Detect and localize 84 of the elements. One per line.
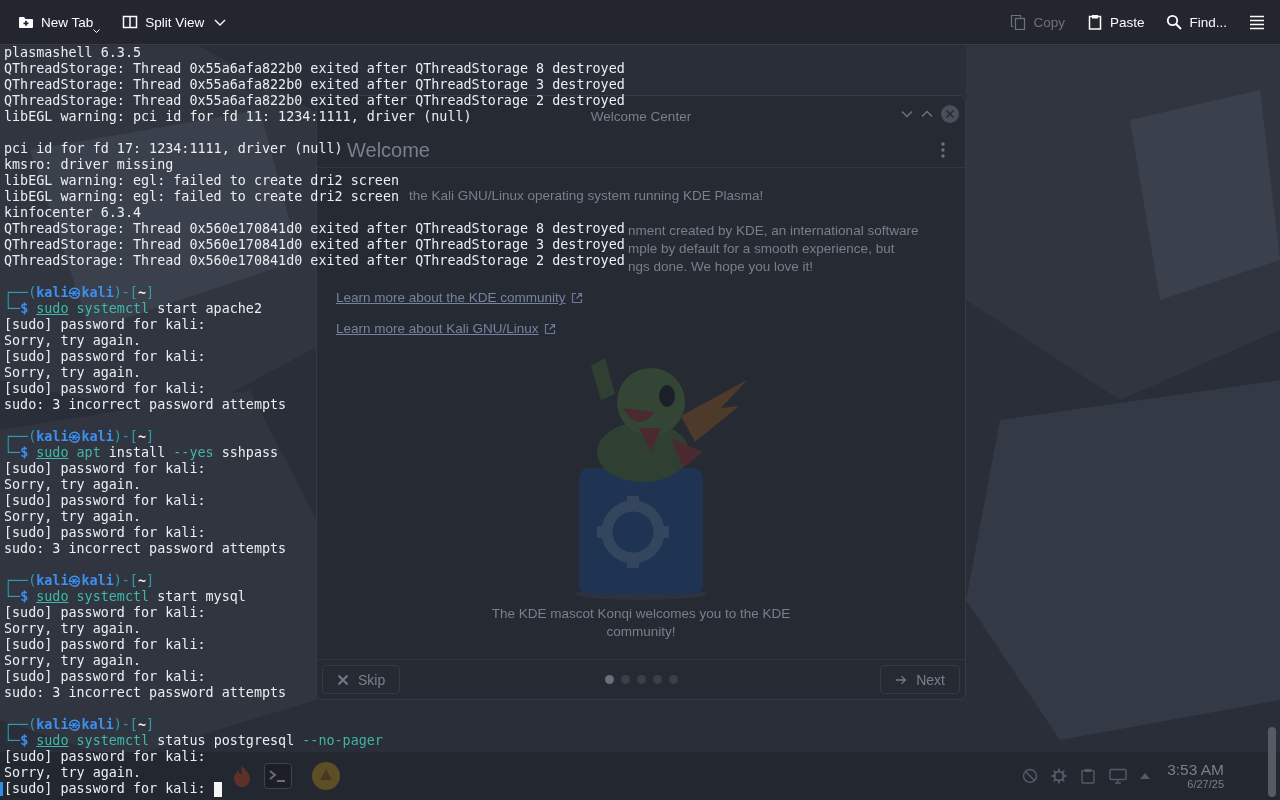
chevron-down-icon[interactable] (901, 110, 913, 118)
round-app-icon[interactable] (312, 762, 340, 790)
terminal-line: QThreadStorage: Thread 0x55a6afa822b0 exited after QThreadStorage 3 destroyed (4, 77, 625, 93)
command-line: └─$ sudo systemctl start apache2 (4, 301, 262, 317)
prompt-line: ┌──(kali㉿kali)-[~] (4, 285, 155, 301)
terminal-line: [sudo] password for kali: (4, 461, 206, 477)
terminal-line: [sudo] password for kali: (4, 317, 206, 333)
next-button[interactable]: Next (880, 665, 960, 694)
terminal-line: Sorry, try again. (4, 653, 142, 669)
caret-icon (214, 18, 227, 26)
terminal-line: QThreadStorage: Thread 0x560e170841d0 exited after QThreadStorage 8 destroyed (4, 221, 625, 237)
arrow-right-icon (895, 673, 908, 686)
terminal-line: [sudo] password for kali: (4, 781, 206, 797)
search-icon (1166, 14, 1183, 30)
terminal-line: [sudo] password for kali: (4, 669, 206, 685)
close-icon[interactable] (941, 105, 959, 123)
terminal-line: [sudo] password for kali: (4, 525, 206, 541)
terminal-line: sudo: 3 incorrect password attempts (4, 685, 287, 701)
more-menu-icon[interactable] (941, 141, 945, 158)
external-link-icon (543, 323, 556, 335)
skip-button[interactable]: Skip (322, 665, 401, 694)
command-line: └─$ sudo systemctl start mysql (4, 589, 246, 605)
menu-icon (1249, 14, 1265, 30)
paste-button[interactable]: Paste (1080, 6, 1151, 38)
terminal-line: [sudo] password for kali: (4, 493, 206, 509)
command-line: └─$ sudo apt install --yes sshpass (4, 445, 279, 461)
terminal-line: Sorry, try again. (4, 765, 142, 781)
terminal-line: kinfocenter 6.3.4 (4, 205, 142, 221)
terminal-line: libEGL warning: pci id for fd 11: 1234:1111, driver (null) (4, 109, 472, 125)
terminal-line: libEGL warning: egl: failed to create dri2 screen (4, 173, 400, 189)
learn-more-link[interactable]: Learn more about Kali GNU/Linux (336, 320, 556, 338)
terminal-line: QThreadStorage: Thread 0x560e170841d0 exited after QThreadStorage 2 destroyed (4, 253, 625, 269)
prompt-line: ┌──(kali㉿kali)-[~] (4, 429, 155, 445)
chevron-up-icon[interactable] (921, 110, 933, 118)
split-view-icon (122, 14, 139, 30)
blocked-icon[interactable] (1022, 768, 1039, 784)
copy-icon (1010, 14, 1027, 30)
terminal-line: QThreadStorage: Thread 0x55a6afa822b0 exited after QThreadStorage 8 destroyed (4, 61, 625, 77)
terminal-line: plasmashell 6.3.5 (4, 45, 142, 61)
terminal-line: QThreadStorage: Thread 0x560e170841d0 exited after QThreadStorage 3 destroyed (4, 237, 625, 253)
mascot-caption: The KDE mascot Konqi welcomes you to the KDE community! (490, 605, 792, 641)
new-tab-button[interactable]: New Tab (12, 6, 107, 38)
description-text: mple by default for a smooth experience, but (628, 240, 895, 258)
terminal-line: Sorry, try again. (4, 333, 142, 349)
welcome-heading: Welcome (347, 137, 430, 162)
split-view-button[interactable]: Split View (116, 6, 233, 38)
tab-plus-icon (18, 14, 34, 30)
terminal-line: QThreadStorage: Thread 0x55a6afa822b0 exited after QThreadStorage 2 destroyed (4, 93, 625, 109)
terminal-line: pci id for fd 17: 1234:1111, driver (null) (4, 141, 343, 157)
terminal-line: [sudo] password for kali: (4, 749, 206, 765)
terminal-line: [sudo] password for kali: (4, 637, 206, 653)
clipboard-icon[interactable] (1080, 768, 1097, 784)
terminal-line: sudo: 3 incorrect password attempts (4, 397, 287, 413)
description-text: ngs done. We hope you love it! (628, 258, 814, 276)
window-title: Welcome Center (590, 108, 692, 123)
monitor-icon[interactable] (1109, 768, 1128, 784)
cross-icon (337, 673, 349, 686)
terminal-line: sudo: 3 incorrect password attempts (4, 541, 287, 557)
terminal-icon[interactable] (264, 763, 292, 789)
terminal-line: Sorry, try again. (4, 477, 142, 493)
command-line: └─$ sudo systemctl status postgresql --no-pager (4, 733, 383, 749)
terminal-line: libEGL warning: egl: failed to create dri2 screen (4, 189, 400, 205)
terminal-line: kmsro: driver missing (4, 157, 174, 173)
terminal-line: Sorry, try again. (4, 509, 142, 525)
prompt-line: ┌──(kali㉿kali)-[~] (4, 573, 155, 589)
intro-text: the Kali GNU/Linux operating system running KDE Plasma! (409, 187, 764, 205)
description-text: nment created by KDE, an international software (628, 222, 919, 240)
terminal-line: [sudo] password for kali: (4, 381, 206, 397)
clock-date[interactable]: 6/27/25 (1187, 778, 1224, 791)
corner-caret-icon (93, 29, 101, 33)
gear-icon[interactable] (1051, 768, 1068, 784)
terminal-line: Sorry, try again. (4, 621, 142, 637)
page-dot[interactable] (604, 675, 614, 684)
prompt-line: ┌──(kali㉿kali)-[~] (4, 717, 155, 733)
terminal-line: [sudo] password for kali: (4, 605, 206, 621)
terminal-line: [sudo] password for kali: (4, 349, 206, 365)
caret-up-icon[interactable] (1140, 773, 1151, 779)
clock-time[interactable]: 3:53 AM (1167, 761, 1224, 778)
external-link-icon (570, 292, 583, 304)
terminal-line: Sorry, try again. (4, 365, 142, 381)
find-button[interactable]: Find... (1160, 6, 1233, 38)
learn-more-link[interactable]: Learn more about the KDE community (336, 289, 583, 307)
scrollbar-thumb[interactable] (1268, 727, 1276, 797)
clipboard-icon (1086, 14, 1103, 30)
